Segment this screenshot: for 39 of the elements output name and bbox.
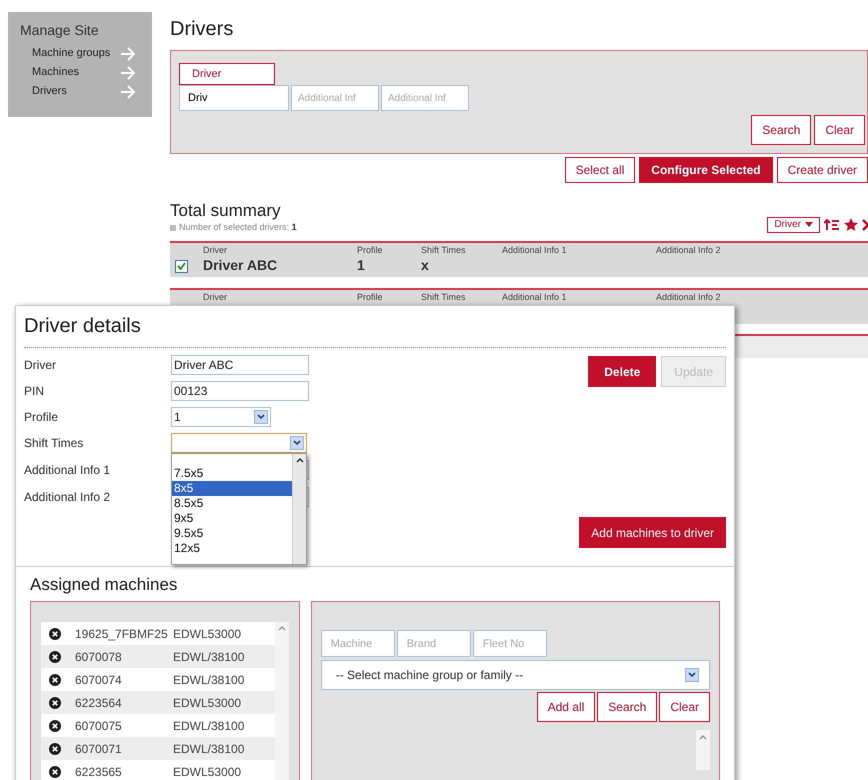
machine-model: EDWL/38100	[173, 740, 244, 758]
table-cell-text: x	[421, 256, 430, 274]
machine-id: 6070078	[75, 648, 123, 666]
column-label: Driver	[203, 244, 228, 256]
page-title: Drivers	[170, 17, 234, 42]
summary-title: Total summary	[170, 201, 282, 221]
column-label: Profile	[357, 292, 384, 302]
field-label: Shift Times	[24, 435, 84, 452]
machine-id: 6223565	[75, 764, 123, 780]
details-title: Driver details	[24, 306, 726, 348]
column-label: Additional Info 1	[502, 244, 568, 256]
machine-id: 6223564	[75, 694, 123, 712]
field-label: PIN	[24, 383, 46, 400]
machine-model: EDWL/38100	[173, 672, 244, 688]
machine-model: EDWL/38100	[173, 648, 244, 666]
field-label: Additional Info 2	[24, 488, 112, 506]
machine-id: 19625_7FBMF25	[75, 626, 169, 642]
machine-id: 6070074	[75, 672, 123, 688]
machine-model: EDWL53000	[173, 764, 242, 780]
machine-id: 6070075	[75, 718, 123, 734]
table-cell-text: Driver ABC	[203, 256, 278, 274]
selected-count: Number of selected drivers: 1	[179, 221, 297, 234]
field-label: Profile	[24, 409, 60, 426]
column-label: Additional Info 2	[656, 244, 722, 256]
machine-id: 6070071	[75, 740, 123, 758]
field-label: Driver	[24, 357, 57, 374]
sidebar-title: Manage Site	[20, 21, 100, 40]
machine-model: EDWL/38100	[173, 718, 244, 734]
column-label: Additional Info 1	[502, 292, 568, 302]
column-label: Shift Times	[421, 244, 467, 256]
column-label: Additional Info 2	[656, 292, 722, 302]
column-label: Profile	[357, 244, 384, 256]
machine-model: EDWL53000	[173, 626, 242, 642]
assigned-title: Assigned machines	[30, 574, 178, 595]
field-label: Additional Info 1	[24, 462, 112, 478]
column-label: Driver	[203, 292, 228, 302]
table-cell-text: 1	[357, 256, 366, 274]
column-label: Shift Times	[421, 292, 467, 302]
machine-model: EDWL53000	[173, 694, 242, 712]
